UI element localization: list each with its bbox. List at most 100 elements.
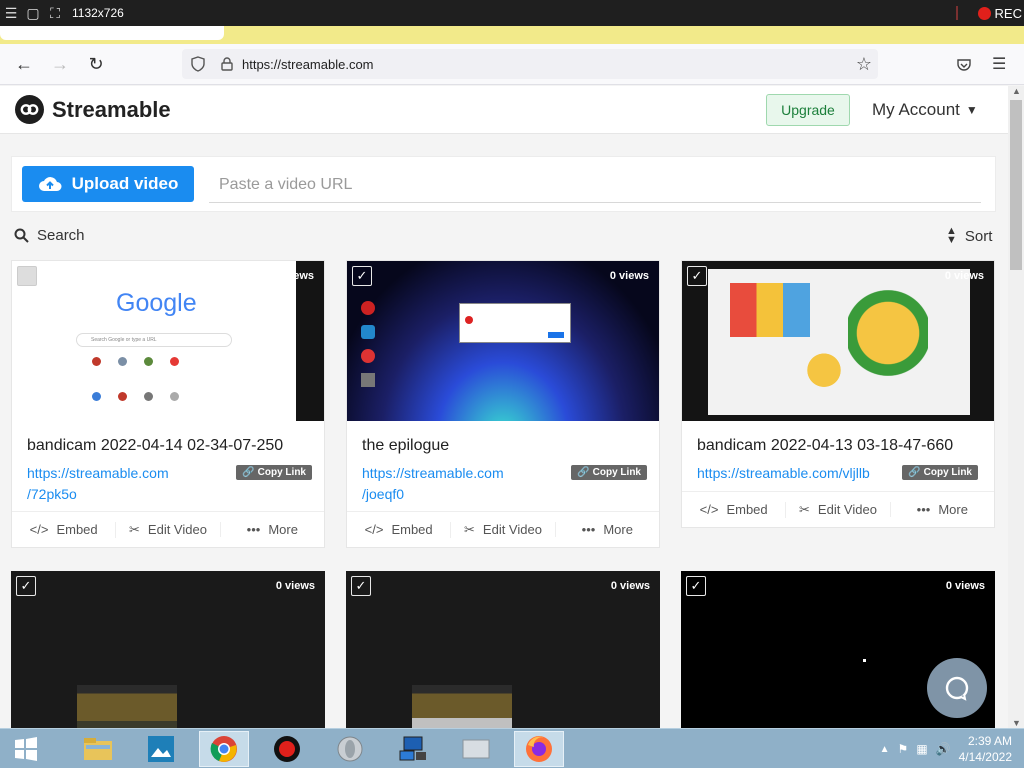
embed-button[interactable]: </> Embed	[12, 522, 115, 537]
google-search-box: Search Google or type a URL	[76, 333, 232, 347]
video-thumbnail[interactable]: ✓ 0 views	[11, 571, 325, 728]
shortcut-tiles	[92, 357, 222, 417]
video-link-line1: https://streamable.com	[27, 465, 169, 481]
edit-video-button[interactable]: ✂ Edit Video	[115, 521, 219, 538]
view-count: 0 views	[610, 580, 650, 592]
clock-date: 4/14/2022	[958, 750, 1012, 764]
taskbar-app[interactable]	[451, 731, 501, 767]
video-title[interactable]: bandicam 2022-04-14 02-34-07-250	[27, 437, 324, 455]
action-center-icon[interactable]: ⚑	[898, 742, 909, 756]
menu-icon[interactable]: ☰	[0, 0, 22, 26]
taskbar-file-explorer[interactable]	[73, 731, 123, 767]
clock[interactable]: 2:39 AM 4/14/2022	[959, 733, 1012, 765]
rec-indicator[interactable]: REC	[955, 0, 1022, 26]
streamable-logo[interactable]: Streamable	[15, 95, 171, 124]
more-label: More	[938, 502, 968, 517]
app-menu-icon[interactable]: ☰	[992, 54, 1006, 74]
taskbar-audio-app[interactable]	[325, 731, 375, 767]
search-label: Search	[37, 227, 85, 244]
video-link[interactable]: https://streamable.com/vljllb	[697, 463, 887, 484]
chat-icon	[945, 676, 969, 701]
computer-icon	[399, 736, 426, 760]
search-control[interactable]: Search	[14, 227, 85, 244]
recording-dimensions: 1132x726	[72, 6, 124, 20]
google-logo: Google	[116, 289, 197, 317]
recorder-bar: ☰ ▢ ⛶ 1132x726 REC	[0, 0, 1024, 26]
tray-expand-icon[interactable]: ▲	[880, 744, 890, 755]
game-boxes	[730, 283, 810, 337]
forward-icon[interactable]: →	[46, 50, 74, 78]
network-icon[interactable]: ▦	[916, 742, 927, 756]
video-thumbnail[interactable]: ✓ 0 views	[346, 571, 660, 728]
video-thumbnail[interactable]: Google Search Google or type a URL 0 vie…	[12, 261, 324, 421]
select-checkbox[interactable]: ✓	[351, 576, 371, 596]
edit-video-button[interactable]: ✂ Edit Video	[450, 521, 554, 538]
taskbar-firefox[interactable]	[514, 730, 564, 767]
upload-video-button[interactable]: Upload video	[22, 166, 194, 202]
select-checkbox[interactable]: ✓	[352, 266, 372, 286]
video-thumbnail[interactable]: ✓ 0 views	[347, 261, 659, 421]
video-link[interactable]: https://streamable.com/72pk5o	[27, 463, 217, 505]
taskbar-bandicam[interactable]	[262, 731, 312, 767]
back-icon[interactable]: ←	[10, 50, 38, 78]
account-label: My Account	[872, 100, 960, 119]
video-card: Google Search Google or type a URL 0 vie…	[11, 260, 325, 548]
taskbar-photos[interactable]	[136, 731, 186, 767]
chat-support-button[interactable]	[927, 658, 987, 718]
logo-icon	[15, 95, 44, 124]
video-url-input[interactable]	[209, 167, 981, 203]
scroll-down-icon[interactable]: ▼	[1012, 718, 1021, 728]
embed-label: Embed	[726, 502, 768, 517]
clock-time: 2:39 AM	[967, 734, 1012, 748]
video-thumbnail[interactable]: ✓ 0 views	[682, 261, 994, 421]
select-checkbox[interactable]	[17, 266, 37, 286]
reload-icon[interactable]: ↻	[82, 50, 110, 78]
upgrade-button[interactable]: Upgrade	[766, 94, 850, 126]
taskbar-remote-desktop[interactable]	[388, 731, 438, 767]
video-link-row: https://streamable.com/joeqf0 🔗 Copy Lin…	[362, 463, 659, 503]
start-button[interactable]	[4, 731, 48, 767]
sort-icon: ▲ ▼	[946, 225, 957, 246]
embed-button[interactable]: </> Embed	[682, 502, 785, 517]
more-button[interactable]: ••• More	[889, 502, 994, 517]
page-scrollbar[interactable]: ▲ ▼	[1008, 86, 1024, 728]
card-actions: </> Embed ✂ Edit Video ••• More	[347, 511, 659, 547]
scrollbar-thumb[interactable]	[1010, 100, 1022, 270]
select-checkbox[interactable]: ✓	[16, 576, 36, 596]
volume-icon[interactable]: 🔊	[936, 742, 951, 756]
scroll-up-icon[interactable]: ▲	[1012, 86, 1021, 96]
video-title[interactable]: bandicam 2022-04-13 03-18-47-660	[697, 437, 994, 455]
more-button[interactable]: ••• More	[554, 522, 659, 537]
my-account-menu[interactable]: My Account ▼	[872, 100, 978, 120]
browser-tab[interactable]	[0, 26, 224, 40]
video-card: ✓ 0 views	[11, 571, 325, 728]
more-button[interactable]: ••• More	[219, 522, 324, 537]
address-bar[interactable]: https://streamable.com ☆	[182, 49, 878, 79]
video-link[interactable]: https://streamable.com/joeqf0	[362, 463, 552, 505]
bookmark-star-icon[interactable]: ☆	[856, 54, 872, 75]
taskbar-chrome[interactable]	[199, 730, 249, 767]
copy-link-button[interactable]: 🔗 Copy Link	[902, 465, 978, 480]
windows-logo-icon	[15, 736, 37, 761]
view-count: 0 views	[945, 580, 985, 592]
code-icon: </>	[29, 522, 49, 537]
video-title[interactable]: the epilogue	[362, 437, 659, 455]
pocket-icon[interactable]	[956, 57, 972, 73]
embed-button[interactable]: </> Embed	[347, 522, 450, 537]
copy-link-button[interactable]: 🔗 Copy Link	[571, 465, 647, 480]
copy-link-button[interactable]: 🔗 Copy Link	[236, 465, 312, 480]
video-link-line2: /joeqf0	[362, 486, 405, 502]
select-checkbox[interactable]: ✓	[686, 576, 706, 596]
sort-control[interactable]: ▲ ▼ Sort	[946, 225, 993, 246]
edit-video-button[interactable]: ✂ Edit Video	[785, 501, 889, 518]
embed-label: Embed	[391, 522, 433, 537]
select-checkbox[interactable]: ✓	[687, 266, 707, 286]
card-actions: </> Embed ✂ Edit Video ••• More	[682, 491, 994, 527]
window-icon[interactable]: ▢	[22, 0, 44, 26]
region-select-icon[interactable]: ⛶	[44, 0, 66, 26]
sort-label: Sort	[964, 227, 993, 245]
thumbnail-dot	[863, 659, 866, 662]
brand-name: Streamable	[52, 96, 171, 122]
view-count: 0 views	[609, 270, 649, 282]
more-label: More	[603, 522, 633, 537]
